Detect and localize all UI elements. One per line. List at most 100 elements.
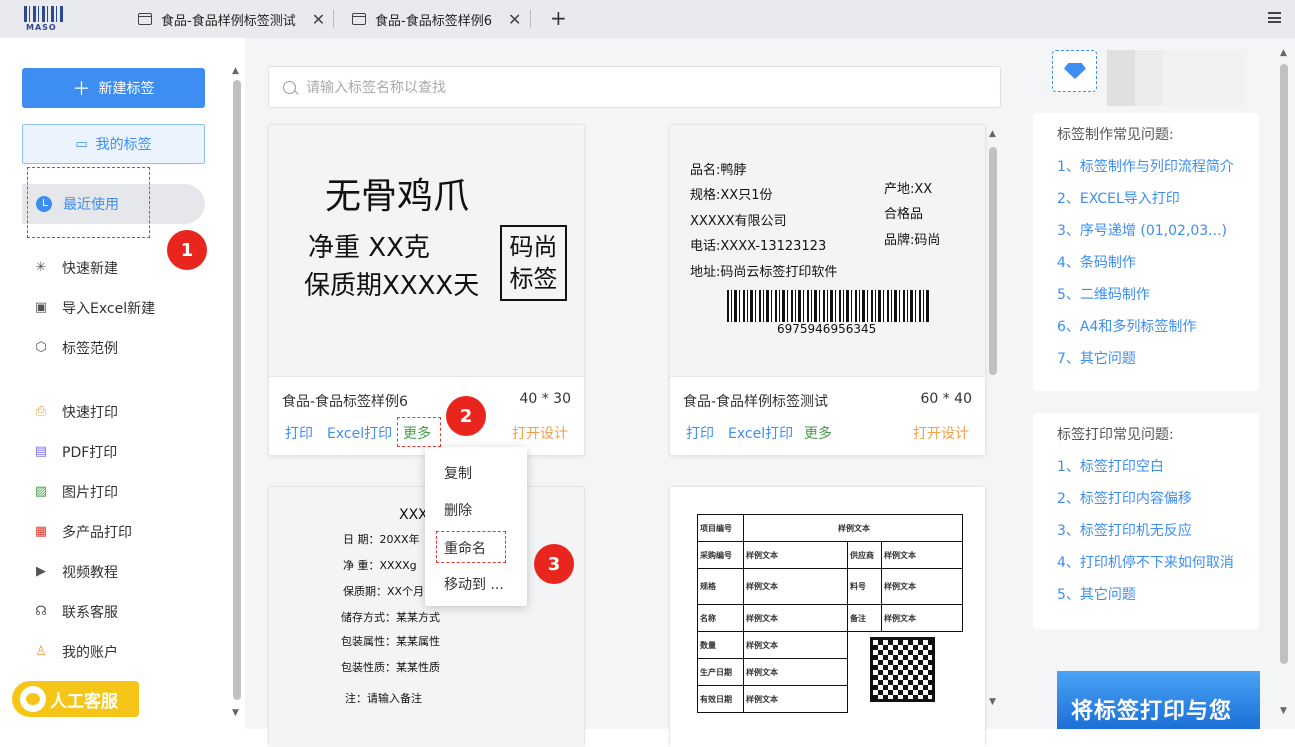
table-cell: 样例文本	[743, 541, 848, 569]
open-design-link[interactable]: 打开设计	[512, 423, 568, 443]
table-cell: 样例文本	[743, 604, 848, 632]
my-labels-text: 我的标签	[95, 137, 152, 153]
faq-link[interactable]: 5、二维码制作	[1057, 284, 1150, 304]
menu-item-move-to[interactable]: 移动到 ...	[444, 574, 504, 594]
barcode-logo-icon	[24, 6, 64, 22]
sidebar-item-label: 快速新建	[62, 261, 118, 277]
menu-item-delete[interactable]: 删除	[444, 500, 472, 520]
preview-text: 品牌:码尚	[884, 233, 941, 248]
table-cell: 有效日期	[697, 685, 744, 713]
scroll-thumb[interactable]	[1280, 64, 1288, 664]
more-link[interactable]: 更多	[804, 423, 832, 443]
sidebar-item-account[interactable]: ♙ 我的账户	[34, 641, 118, 663]
faq-link[interactable]: 6、A4和多列标签制作	[1057, 316, 1196, 336]
support-avatar-icon	[20, 686, 46, 712]
live-support-button[interactable]: 人工客服	[12, 681, 139, 717]
menu-icon[interactable]	[1268, 12, 1281, 23]
sidebar-item-quick-new[interactable]: ✳ 快速新建	[34, 257, 118, 279]
preview-text: XXXXX有限公司	[690, 214, 787, 229]
search-input[interactable]: 请输入标签名称以查找	[268, 66, 1001, 108]
printer-icon: ⎙	[35, 404, 47, 419]
new-tab-button[interactable]: +	[550, 6, 567, 30]
label-card[interactable]: 无骨鸡爪 净重 XX克 保质期XXXX天 码尚 标签 食品-食品标签样例6 40…	[268, 124, 585, 456]
close-tab-icon[interactable]: ✕	[508, 10, 521, 29]
faq-link[interactable]: 3、序号递增 (01,02,03...)	[1057, 220, 1227, 240]
preview-text: 包装属性：某某属性	[341, 635, 440, 648]
tab-food-sample-test[interactable]: 食品-食品样例标签测试 ✕	[138, 4, 325, 34]
open-design-link[interactable]: 打开设计	[913, 423, 969, 443]
excel-print-link[interactable]: Excel打印	[327, 423, 392, 443]
table-cell: 样例文本	[743, 658, 848, 686]
right-scrollbar[interactable]: ▲ ▼	[1278, 42, 1290, 727]
faq-link[interactable]: 2、EXCEL导入打印	[1057, 188, 1180, 208]
scroll-up-icon[interactable]: ▲	[989, 129, 996, 139]
scroll-down-icon[interactable]: ▼	[989, 697, 996, 707]
pdf-icon: ▤	[34, 444, 48, 459]
content-scrollbar[interactable]: ▲ ▼	[987, 125, 999, 715]
sidebar-item-support[interactable]: ☊ 联系客服	[34, 601, 118, 623]
table-cell: 数量	[697, 631, 744, 659]
sidebar-item-examples[interactable]: ⬡ 标签范例	[34, 337, 118, 359]
my-labels-button[interactable]: ▭ 我的标签	[22, 124, 205, 164]
sidebar-item-label: 导入Excel新建	[62, 301, 156, 317]
promo-banner[interactable]: 将标签打印与您	[1057, 671, 1260, 729]
logo-text: MASO	[26, 23, 57, 32]
table-cell: 样例文本	[881, 541, 963, 569]
preview-text: 产地:XX	[884, 182, 933, 197]
sidebar-item-pdf-print[interactable]: ▤ PDF打印	[34, 441, 117, 463]
sidebar-scrollbar[interactable]: ▲ ▼	[231, 60, 241, 720]
excel-icon: ▣	[34, 300, 48, 315]
tab-bar: MASO 食品-食品样例标签测试 ✕ 食品-食品标签样例6 ✕ +	[0, 0, 1295, 38]
right-panel: 标签制作常见问题: 1、标签制作与列印流程简介 2、EXCEL导入打印 3、序号…	[1020, 38, 1295, 729]
faq-link[interactable]: 2、标签打印内容偏移	[1057, 488, 1192, 508]
faq-link[interactable]: 1、标签打印空白	[1057, 456, 1164, 476]
excel-print-link[interactable]: Excel打印	[728, 423, 793, 443]
annotation-badge-2: 2	[446, 396, 486, 436]
annotation-badge-1: 1	[167, 230, 207, 270]
label-preview[interactable]: 品名:鸭脖 规格:XX只1份 XXXXX有限公司 电话:XXXX-1312312…	[670, 125, 985, 377]
scroll-up-icon[interactable]: ▲	[232, 66, 239, 76]
tab-food-label-sample6[interactable]: 食品-食品标签样例6 ✕	[352, 4, 521, 34]
print-link[interactable]: 打印	[285, 423, 313, 443]
faq-link[interactable]: 5、其它问题	[1057, 584, 1136, 604]
close-tab-icon[interactable]: ✕	[312, 10, 325, 29]
label-preview[interactable]: 无骨鸡爪 净重 XX克 保质期XXXX天 码尚 标签	[269, 125, 584, 377]
faq-link[interactable]: 7、其它问题	[1057, 348, 1136, 368]
preview-text: 净 重：XXXXg	[343, 559, 417, 572]
label-size: 60 * 40	[920, 391, 972, 407]
faq-link[interactable]: 3、标签打印机无反应	[1057, 520, 1192, 540]
vip-button[interactable]	[1052, 50, 1097, 92]
banner-text: 将标签打印与您	[1071, 699, 1233, 724]
faq-link[interactable]: 1、标签制作与列印流程简介	[1057, 156, 1234, 176]
faq-link[interactable]: 4、打印机停不下来如何取消	[1057, 552, 1234, 572]
sidebar-item-image-print[interactable]: ▨ 图片打印	[34, 481, 118, 503]
preview-text: 储存方式：某某方式	[341, 611, 440, 624]
sidebar-item-excel-new[interactable]: ▣ 导入Excel新建	[34, 297, 155, 319]
menu-item-copy[interactable]: 复制	[444, 463, 472, 483]
scroll-down-icon[interactable]: ▼	[232, 708, 239, 718]
preview-text: 注：请输入备注	[345, 692, 422, 705]
sidebar-item-video[interactable]: ▶ 视频教程	[34, 561, 118, 583]
scroll-thumb[interactable]	[989, 147, 997, 375]
sidebar-item-multi-product[interactable]: ▦ 多产品打印	[34, 521, 132, 543]
label-name: 食品-食品标签样例6	[282, 394, 408, 410]
scroll-thumb[interactable]	[233, 80, 241, 700]
scroll-up-icon[interactable]: ▲	[1280, 48, 1287, 58]
table-cell: 样例文本	[743, 685, 848, 713]
scroll-down-icon[interactable]: ▼	[1280, 706, 1287, 716]
sidebar-item-quick-print[interactable]: ⎙ 快速打印	[34, 401, 118, 423]
label-card[interactable]: 项目编号 样例文本 采购编号 样例文本 供应商 样例文本 规格 样例文本 料号 …	[669, 486, 986, 747]
plus-icon: ＋	[72, 79, 91, 100]
tab-divider	[530, 10, 531, 28]
sidebar-item-label: 多产品打印	[62, 525, 132, 541]
table-cell: 供应商	[847, 541, 882, 569]
table-cell: 样例文本	[881, 568, 963, 605]
table-cell: 规格	[697, 568, 744, 605]
headset-icon: ☊	[35, 604, 47, 619]
new-label-button[interactable]: ＋ 新建标签	[22, 68, 205, 108]
print-link[interactable]: 打印	[686, 423, 714, 443]
label-card[interactable]: 品名:鸭脖 规格:XX只1份 XXXXX有限公司 电话:XXXX-1312312…	[669, 124, 986, 456]
label-preview[interactable]: 项目编号 样例文本 采购编号 样例文本 供应商 样例文本 规格 样例文本 料号 …	[670, 487, 985, 747]
table-cell: 样例文本	[743, 568, 848, 605]
faq-link[interactable]: 4、条码制作	[1057, 252, 1136, 272]
